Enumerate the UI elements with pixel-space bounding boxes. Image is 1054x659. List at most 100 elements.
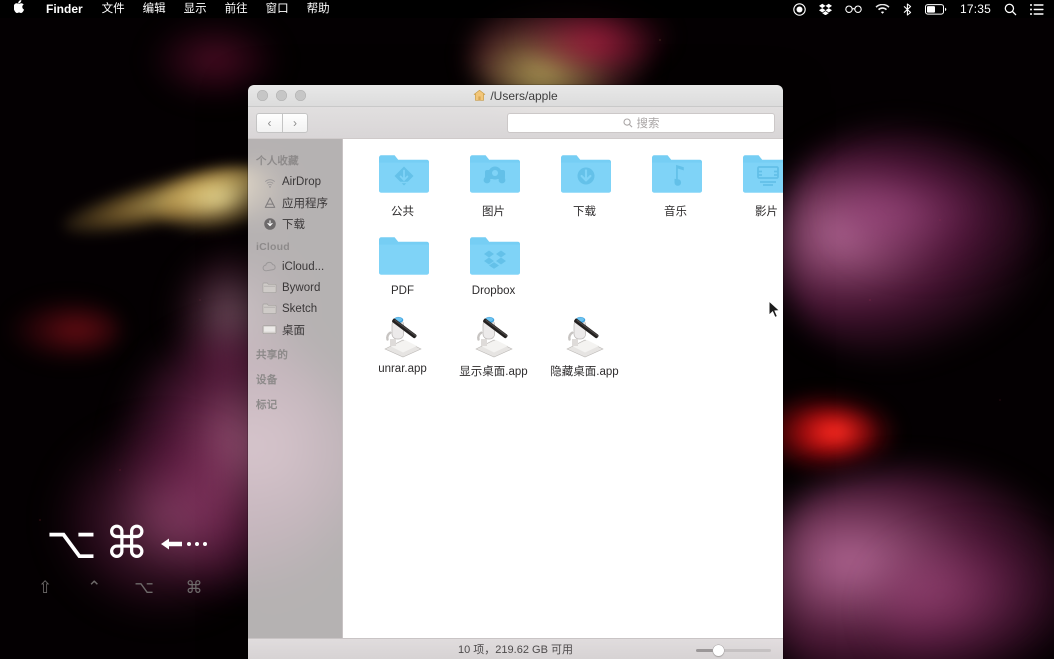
- close-button[interactable]: [257, 90, 268, 101]
- folder-icon: [262, 280, 277, 295]
- file-item-label: 音乐: [664, 206, 687, 218]
- option-key-glyph-small: ⌥: [134, 578, 154, 598]
- file-item-downloads[interactable]: 下载: [539, 149, 630, 219]
- sidebar-item-label: Byword: [282, 281, 321, 294]
- menu-item-file[interactable]: 文件: [93, 0, 134, 18]
- sidebar-item-icloud-drive[interactable]: iCloud...: [248, 256, 342, 277]
- file-item-show-desktop-app[interactable]: 显示桌面.app: [448, 309, 539, 379]
- file-item-unrar-app[interactable]: unrar.app: [357, 309, 448, 379]
- file-item-label: 显示桌面.app: [459, 366, 528, 378]
- hud-dot: [194, 542, 199, 546]
- record-icon[interactable]: [793, 2, 806, 16]
- sidebar-item-desktop[interactable]: 桌面: [248, 319, 342, 340]
- slider-track-empty: [723, 649, 771, 652]
- file-item-label: 影片: [755, 206, 778, 218]
- window-title-bar[interactable]: /Users/apple: [248, 85, 783, 107]
- finder-icon-view[interactable]: 公共 图片 下载 音乐 影片 PDF Dropbox unrar.app 显示桌…: [343, 139, 783, 638]
- sidebar-section-shared-header: 共享的: [256, 349, 289, 361]
- sidebar-section-devices-header: 设备: [256, 374, 278, 386]
- file-item-hide-desktop-app[interactable]: 隐藏桌面.app: [539, 309, 630, 379]
- file-item-music[interactable]: 音乐: [630, 149, 721, 219]
- sidebar-item-applications[interactable]: 应用程序: [248, 192, 342, 213]
- applications-icon: [262, 195, 277, 210]
- finder-status-bar: 10 项，219.62 GB 可用: [248, 638, 783, 659]
- public-folder-icon: [375, 149, 431, 199]
- search-input[interactable]: 搜索: [507, 113, 775, 133]
- icloud-drive-icon: [262, 259, 277, 274]
- zoom-button[interactable]: [295, 90, 306, 101]
- icon-size-slider[interactable]: [696, 645, 771, 656]
- file-item-label: unrar.app: [378, 363, 427, 375]
- minimize-button[interactable]: [276, 90, 287, 101]
- menu-bar-status-items: 17:35: [793, 2, 1054, 16]
- finder-window[interactable]: /Users/apple ‹ › 搜索 个人收藏 AirDrop 应用程序 下载…: [248, 85, 783, 659]
- search-placeholder-text: 搜索: [636, 118, 660, 130]
- sidebar-item-label: 应用程序: [282, 197, 328, 210]
- window-title: /Users/apple: [248, 89, 783, 103]
- hud-dot: [202, 542, 207, 546]
- spotlight-search-icon[interactable]: [1004, 3, 1017, 16]
- sidebar-section-icloud-header: iCloud: [256, 241, 290, 253]
- control-key-glyph: ⌃: [87, 578, 102, 598]
- file-item-public[interactable]: 公共: [357, 149, 448, 219]
- menu-item-help[interactable]: 帮助: [298, 0, 339, 18]
- file-item-pictures[interactable]: 图片: [448, 149, 539, 219]
- sidebar-item-byword[interactable]: Byword: [248, 277, 342, 298]
- bluetooth-icon[interactable]: [903, 2, 912, 16]
- finder-sidebar: 个人收藏 AirDrop 应用程序 下载 iCloud iCloud... By…: [248, 139, 343, 638]
- command-key-glyph-small: ⌘: [185, 578, 203, 598]
- pictures-folder-icon: [466, 149, 522, 199]
- plain-folder-icon: [375, 231, 431, 281]
- airdrop-icon: [262, 174, 277, 189]
- keyboard-shortcut-hud: ⌥ ⌘ ⇧ ⌃ ⌥ ⌘: [28, 515, 207, 615]
- window-toolbar: ‹ › 搜索: [248, 107, 783, 139]
- battery-icon[interactable]: [924, 3, 947, 15]
- dropbox-folder-icon: [466, 231, 522, 281]
- menu-item-window[interactable]: 窗口: [257, 0, 298, 18]
- menu-item-finder[interactable]: Finder: [36, 0, 93, 18]
- sidebar-section-favorites-header: 个人收藏: [256, 155, 299, 167]
- notification-center-icon[interactable]: [1030, 3, 1044, 15]
- sidebar-item-label: iCloud...: [282, 260, 325, 273]
- hud-active-keys: ⌥ ⌘: [28, 515, 207, 573]
- downloads-folder-icon: [557, 149, 613, 199]
- file-item-pdf[interactable]: PDF: [357, 231, 448, 297]
- desktop-folder-icon: [262, 322, 277, 337]
- menu-item-view[interactable]: 显示: [175, 0, 216, 18]
- icon-row: unrar.app 显示桌面.app 隐藏桌面.app: [357, 309, 783, 391]
- automator-app-icon: [466, 309, 522, 359]
- file-item-movies[interactable]: 影片: [721, 149, 783, 219]
- forward-button[interactable]: ›: [282, 112, 308, 133]
- menu-bar-clock[interactable]: 17:35: [960, 2, 991, 16]
- window-traffic-lights: [248, 90, 306, 101]
- mouse-pointer: [768, 299, 781, 324]
- back-button[interactable]: ‹: [256, 112, 282, 133]
- movies-folder-icon: [739, 149, 783, 199]
- icon-row: 公共 图片 下载 音乐 影片: [357, 149, 783, 231]
- sidebar-item-sketch[interactable]: Sketch: [248, 298, 342, 319]
- automator-app-icon: [557, 309, 613, 359]
- icon-row: PDF Dropbox: [357, 231, 783, 309]
- status-bar-text: 10 项，219.62 GB 可用: [458, 644, 573, 656]
- wifi-icon[interactable]: [875, 3, 890, 15]
- sidebar-item-label: 桌面: [282, 324, 305, 337]
- sidebar-item-downloads[interactable]: 下载: [248, 213, 342, 234]
- file-item-label: 下载: [573, 206, 596, 218]
- sidebar-item-label: 下载: [282, 218, 305, 231]
- shift-key-glyph: ⇧: [37, 578, 53, 598]
- menu-item-go[interactable]: 前往: [216, 0, 257, 18]
- file-item-label: 隐藏桌面.app: [550, 366, 619, 378]
- window-title-text: /Users/apple: [490, 88, 558, 103]
- downloads-icon: [262, 216, 277, 231]
- dropbox-menu-icon[interactable]: [818, 3, 832, 15]
- file-item-label: 公共: [391, 206, 414, 218]
- navigation-segmented-control: ‹ ›: [256, 112, 308, 133]
- sidebar-item-label: AirDrop: [282, 175, 321, 188]
- glasses-icon[interactable]: [845, 4, 862, 14]
- music-folder-icon: [648, 149, 704, 199]
- menu-item-edit[interactable]: 编辑: [134, 0, 175, 18]
- slider-knob[interactable]: [713, 645, 724, 656]
- sidebar-item-airdrop[interactable]: AirDrop: [248, 171, 342, 192]
- file-item-dropbox[interactable]: Dropbox: [448, 231, 539, 297]
- apple-menu-icon[interactable]: [0, 0, 36, 18]
